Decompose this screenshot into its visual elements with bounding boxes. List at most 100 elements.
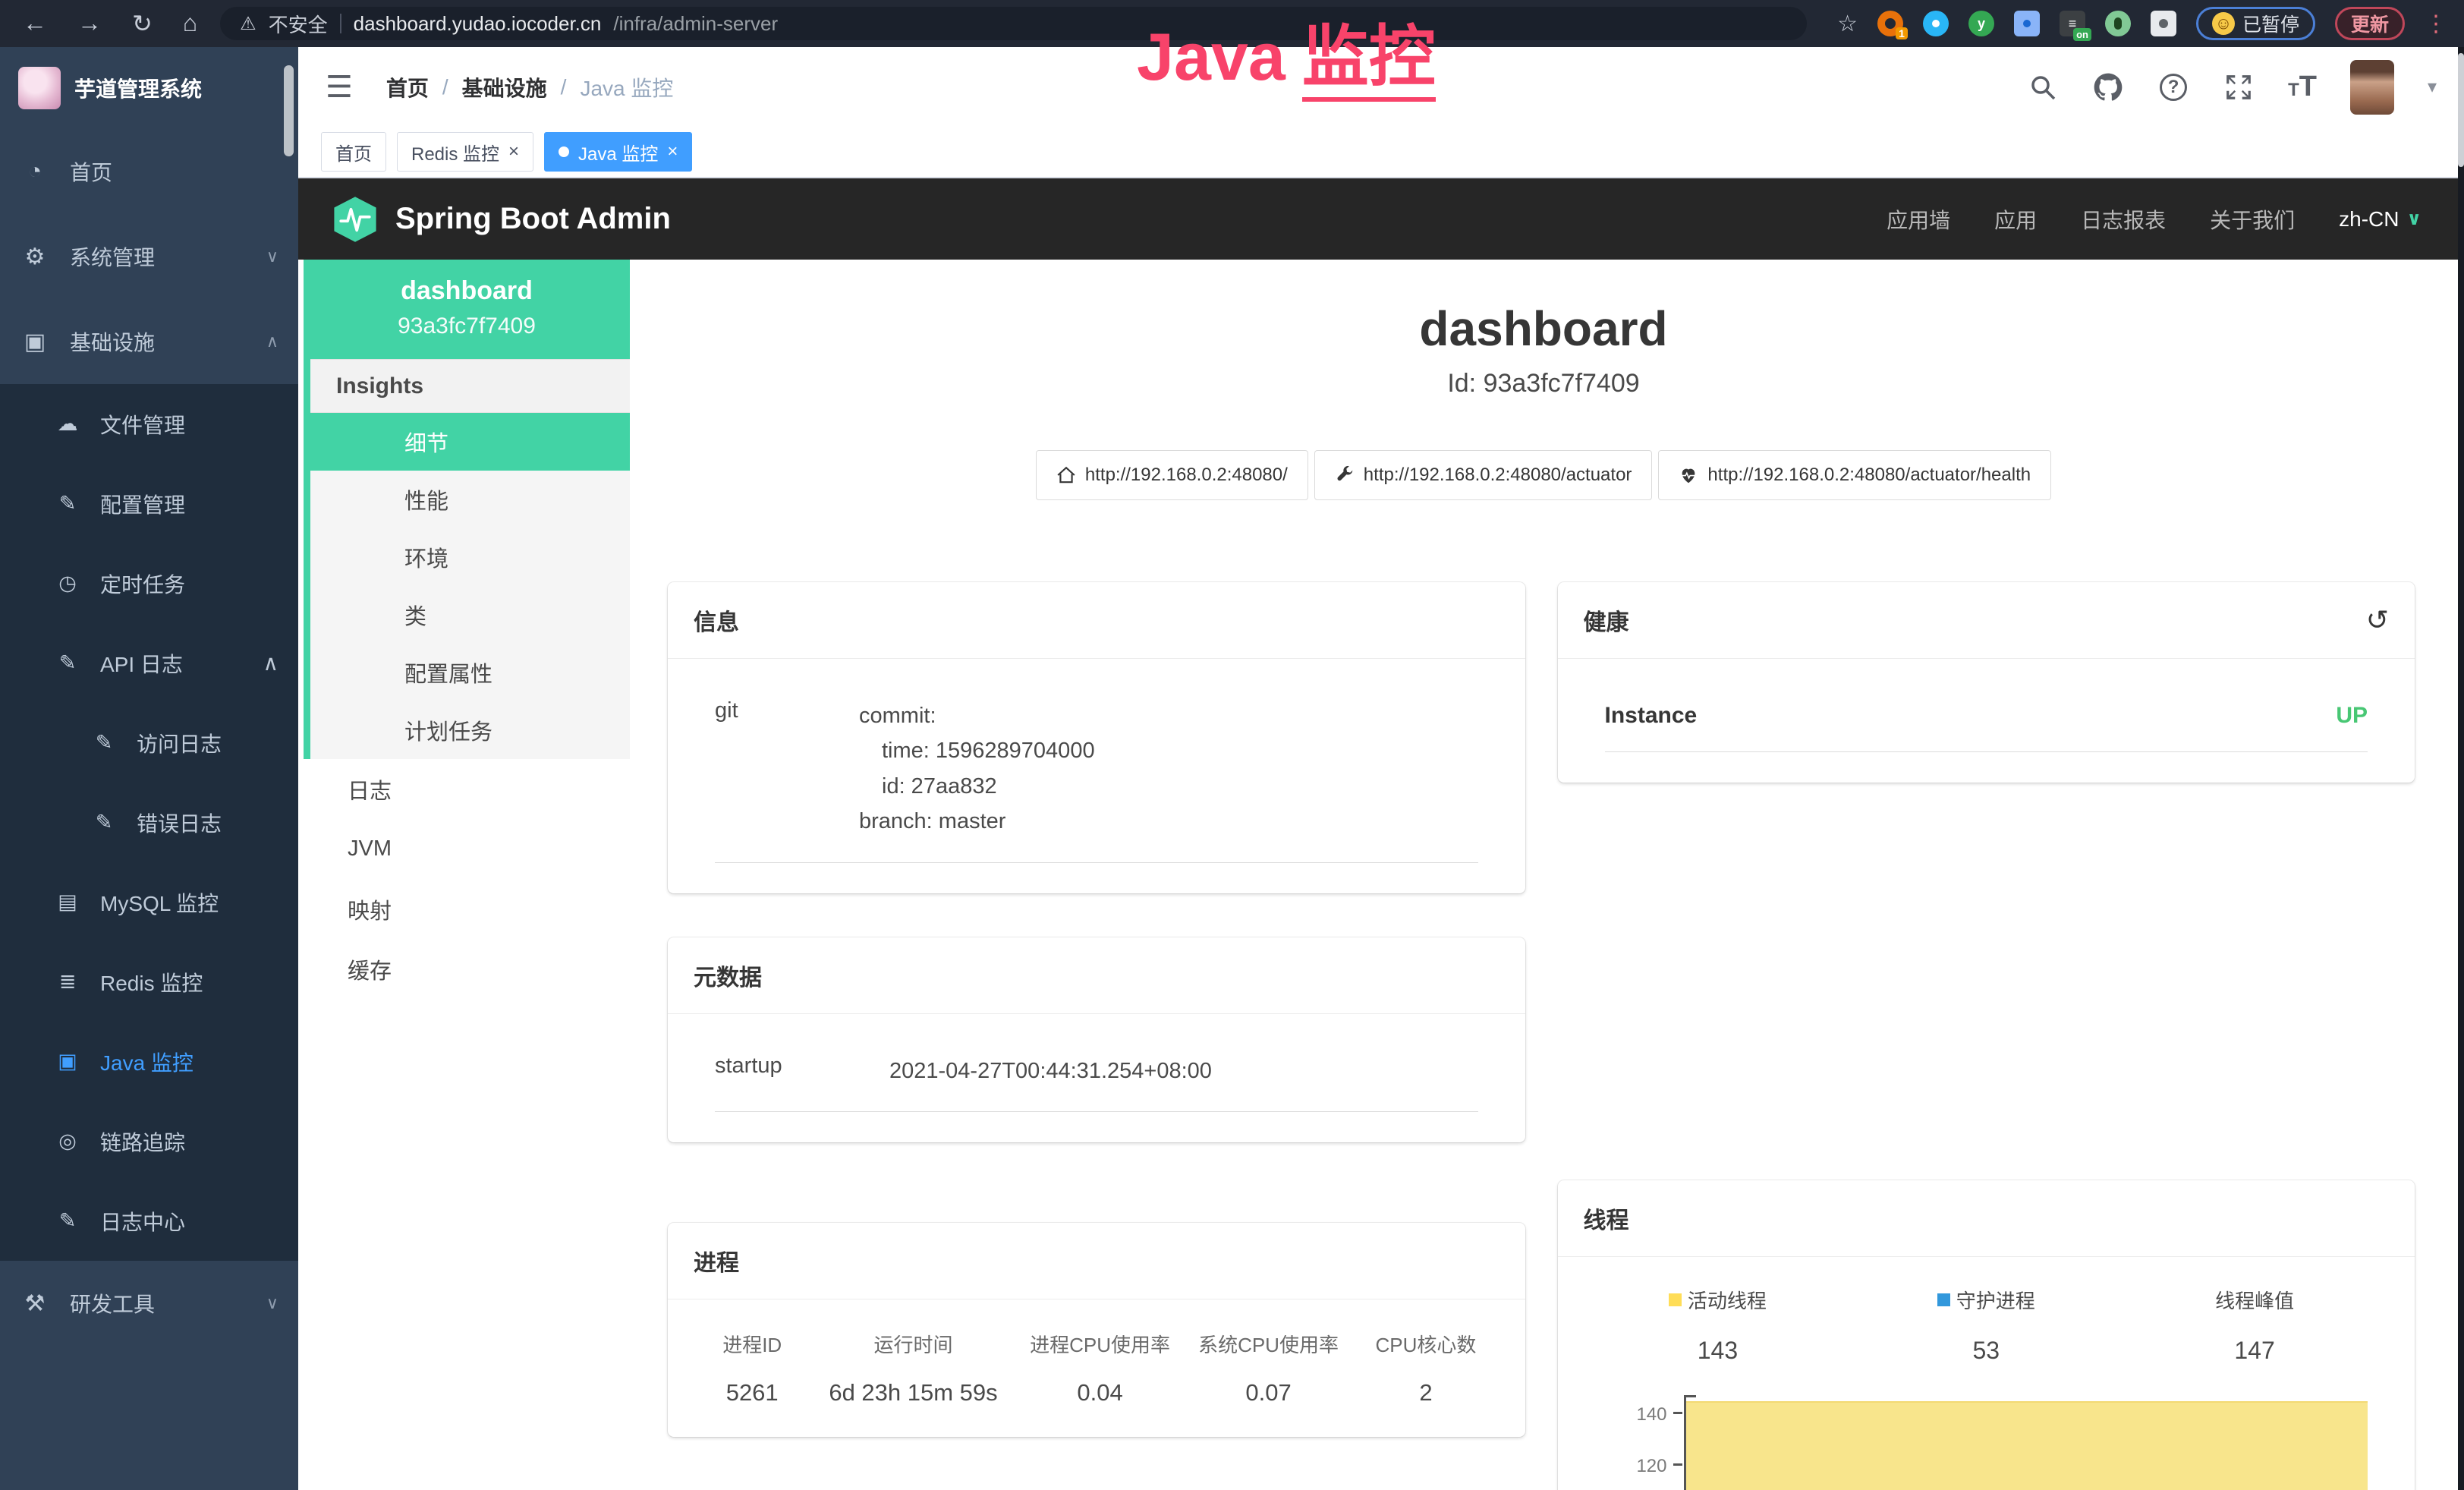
page-title: dashboard [630, 301, 2457, 357]
hamburger-icon[interactable]: ☰ [326, 70, 353, 105]
tab-java-monitor[interactable]: Java 监控 × [544, 132, 692, 172]
sba-nav-about[interactable]: 关于我们 [2210, 204, 2295, 235]
threads-legend: 活动线程 守护进程 线程峰值 143 53 147 [1584, 1286, 2390, 1365]
browser-back-button[interactable]: ← [23, 9, 47, 38]
process-card: 进程 进程ID 运行时间 进程CPU使用率 系统CPU使用率 CPU核心数 52… [668, 1223, 1525, 1437]
menu-item-caches[interactable]: 缓存 [304, 939, 630, 999]
actuator-url-link[interactable]: http://192.168.0.2:48080/actuator [1314, 450, 1653, 500]
sidebar-item-access-logs[interactable]: ✎ 访问日志 [0, 703, 298, 783]
menu-item-scheduled-tasks[interactable]: 计划任务 [310, 701, 630, 759]
insecure-warning-icon: ⚠ [240, 13, 256, 35]
close-icon[interactable]: × [667, 141, 678, 162]
sba-logo-icon [332, 195, 379, 244]
timer-icon: ◷ [53, 572, 82, 595]
close-icon[interactable]: × [508, 141, 519, 162]
browser-reload-button[interactable]: ↻ [132, 9, 153, 38]
extension-grid-icon[interactable] [2014, 11, 2040, 36]
edit-icon: ✎ [90, 811, 118, 834]
instance-id: 93a3fc7f7409 [311, 313, 622, 339]
sidebar-item-redis-monitor[interactable]: ≣ Redis 监控 [0, 942, 298, 1022]
font-size-icon[interactable]: TT [2288, 71, 2317, 103]
window-scrollbar-thumb[interactable] [2458, 53, 2464, 167]
extensions-puzzle-icon[interactable] [2151, 11, 2176, 36]
health-url-link[interactable]: http://192.168.0.2:48080/actuator/health [1658, 450, 2051, 500]
extension-list-icon[interactable]: ≡on [2060, 11, 2085, 36]
browser-update-button[interactable]: 更新 [2335, 7, 2405, 40]
menu-item-metrics[interactable]: 性能 [310, 471, 630, 528]
breadcrumb-home[interactable]: 首页 [386, 72, 429, 102]
breadcrumb: 首页 / 基础设施 / Java 监控 [386, 72, 674, 102]
history-icon[interactable]: ↺ [2366, 604, 2389, 636]
sidebar-item-system[interactable]: ⚙ 系统管理 ∨ [0, 214, 298, 299]
sba-nav-wallboard[interactable]: 应用墙 [1887, 204, 1950, 235]
metadata-card: 元数据 startup 2021-04-27T00:44:31.254+08:0… [668, 937, 1525, 1142]
tab-redis-monitor[interactable]: Redis 监控 × [397, 132, 533, 172]
sba-header: Spring Boot Admin 应用墙 应用 日志报表 关于我们 zh-CN… [298, 178, 2464, 260]
menu-item-logs[interactable]: 日志 [304, 759, 630, 819]
app-logo [18, 67, 61, 109]
ytick-120: 120 [1584, 1456, 1667, 1477]
sidebar-scrollbar-thumb[interactable] [284, 65, 294, 156]
security-label: 不安全 [269, 10, 328, 38]
sidebar-item-scheduled-tasks[interactable]: ◷ 定时任务 [0, 543, 298, 623]
github-icon[interactable] [2092, 71, 2124, 103]
layers-icon: ≣ [53, 970, 82, 994]
extension-pin-icon[interactable] [1923, 11, 1949, 36]
browser-address-bar[interactable]: ⚠ 不安全 dashboard.yudao.iocoder.cn /infra/… [220, 7, 1807, 40]
browser-forward-button[interactable]: → [77, 9, 102, 38]
sidebar-item-file-management[interactable]: ☁ 文件管理 [0, 384, 298, 464]
status-badge: UP [2336, 703, 2368, 729]
sidebar-item-tracing[interactable]: ◎ 链路追踪 [0, 1101, 298, 1181]
sidebar-item-java-monitor[interactable]: ▣ Java 监控 [0, 1022, 298, 1101]
sba-nav-applications[interactable]: 应用 [1994, 204, 2037, 235]
main-content: dashboard Id: 93a3fc7f7409 http://192.16… [630, 260, 2457, 1490]
threads-card-title: 线程 [1584, 1202, 1629, 1235]
browser-menu-icon[interactable]: ⋮ [2425, 11, 2447, 37]
profile-emoji-icon: ☺ [2212, 12, 2235, 35]
breadcrumb-current: Java 监控 [580, 72, 673, 102]
bookmark-star-icon[interactable]: ☆ [1837, 11, 1858, 37]
browser-home-button[interactable]: ⌂ [183, 9, 197, 38]
breadcrumb-infrastructure[interactable]: 基础设施 [462, 72, 547, 102]
sidebar-item-home[interactable]: ◔ 首页 [0, 129, 298, 214]
profile-paused-chip[interactable]: ☺ 已暂停 [2196, 7, 2315, 40]
edit-icon: ✎ [90, 731, 118, 754]
chevron-up-icon: ∧ [263, 650, 279, 676]
log-center-icon: ✎ [53, 1209, 82, 1233]
menu-item-classes[interactable]: 类 [310, 586, 630, 644]
sidebar-item-infrastructure[interactable]: ▣ 基础设施 ∧ [0, 299, 298, 384]
health-card: 健康 ↺ Instance UP [1558, 582, 2415, 783]
sidebar-item-error-logs[interactable]: ✎ 错误日志 [0, 783, 298, 862]
sba-locale-select[interactable]: zh-CN ∨ [2339, 207, 2422, 232]
search-icon[interactable] [2027, 71, 2059, 103]
sidebar-item-config-management[interactable]: ✎ 配置管理 [0, 464, 298, 543]
sidebar-item-log-center[interactable]: ✎ 日志中心 [0, 1181, 298, 1261]
legend-live-threads: 活动线程 [1584, 1286, 1852, 1314]
extension-y-icon[interactable]: y [1968, 11, 1994, 36]
extension-icon-orange[interactable]: 1 [1877, 11, 1903, 36]
fullscreen-icon[interactable] [2223, 71, 2255, 103]
service-url-link[interactable]: http://192.168.0.2:48080/ [1036, 450, 1308, 500]
menu-item-details[interactable]: 细节 [310, 413, 630, 471]
help-icon[interactable]: ? [2157, 71, 2189, 103]
sidebar-item-api-logs[interactable]: ✎ API 日志 ∧ [0, 623, 298, 703]
info-card-title: 信息 [694, 603, 739, 637]
sidebar-item-mysql-monitor[interactable]: ▤ MySQL 监控 [0, 862, 298, 942]
threads-chart: 140 120 100 [1584, 1395, 2390, 1490]
menu-item-mappings[interactable]: 映射 [304, 879, 630, 939]
menu-item-environment[interactable]: 环境 [310, 528, 630, 586]
menu-item-config-props[interactable]: 配置属性 [310, 644, 630, 701]
window-scrollbar-track[interactable] [2458, 47, 2464, 1490]
extension-plant-icon[interactable] [2105, 11, 2131, 36]
sba-brand[interactable]: Spring Boot Admin [332, 195, 671, 244]
live-threads-value: 143 [1584, 1337, 1852, 1365]
sidebar-item-dev-tools[interactable]: ⚒ 研发工具 ∨ [0, 1261, 298, 1346]
app-logo-row[interactable]: 芋道管理系统 [0, 47, 298, 129]
menu-item-jvm[interactable]: JVM [304, 819, 630, 879]
sba-nav-journal[interactable]: 日志报表 [2081, 204, 2166, 235]
instance-id-line: Id: 93a3fc7f7409 [630, 369, 2457, 398]
user-avatar[interactable] [2350, 60, 2394, 115]
instance-header[interactable]: dashboard 93a3fc7f7409 [304, 260, 630, 359]
avatar-caret-icon[interactable]: ▾ [2428, 76, 2437, 98]
tab-home[interactable]: 首页 [321, 132, 386, 172]
